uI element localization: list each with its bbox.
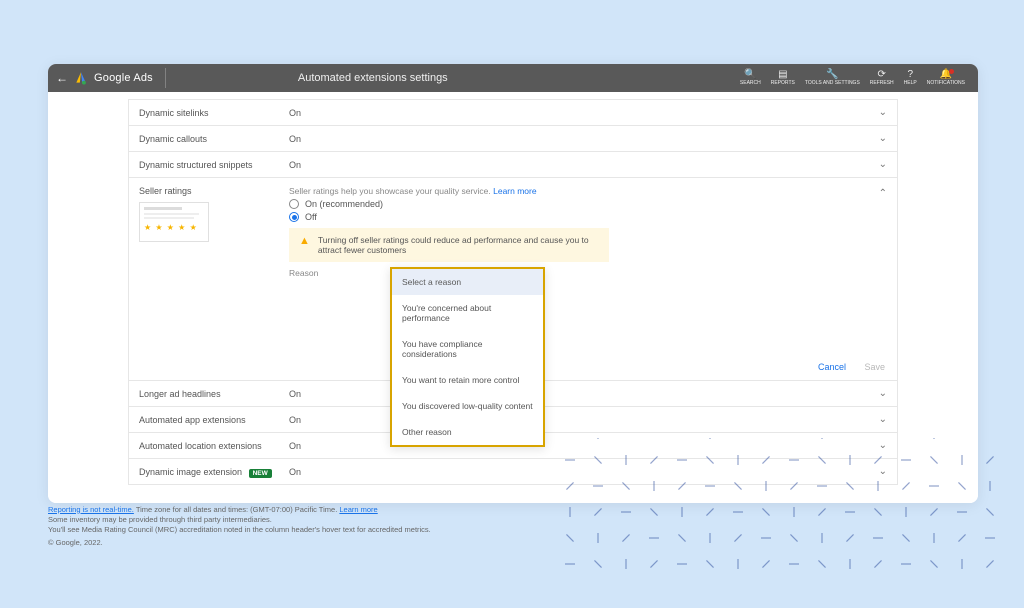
dropdown-item[interactable]: You have compliance considerations xyxy=(392,331,543,367)
page-title: Automated extensions settings xyxy=(298,72,448,84)
radio-icon xyxy=(289,199,299,209)
toolbar-reports[interactable]: ▤REPORTS xyxy=(771,70,795,86)
chevron-up-icon[interactable]: ⌃ xyxy=(879,188,887,199)
footer-line3: You'll see Media Rating Council (MRC) ac… xyxy=(48,525,648,535)
reports-icon: ▤ xyxy=(778,70,787,80)
ext-status: On xyxy=(289,134,879,144)
tools-icon: 🔧 xyxy=(826,70,838,80)
help-icon: ? xyxy=(907,70,913,80)
help-text: Seller ratings help you showcase your qu… xyxy=(289,186,887,196)
ext-name: Longer ad headlines xyxy=(139,389,289,399)
radio-on[interactable]: On (recommended) xyxy=(289,199,887,209)
chevron-down-icon[interactable]: ⌄ xyxy=(879,159,887,170)
chevron-down-icon[interactable]: ⌄ xyxy=(879,440,887,451)
toolbar-refresh[interactable]: ⟳REFRESH xyxy=(870,70,894,86)
toolbar-tools[interactable]: 🔧TOOLS AND SETTINGS xyxy=(805,70,860,86)
learn-more-link[interactable]: Learn more xyxy=(493,186,536,196)
action-buttons: Cancel Save xyxy=(818,362,885,372)
ext-status: On xyxy=(289,467,879,477)
footer-learnmore-link[interactable]: Learn more xyxy=(339,505,377,514)
dropdown-item[interactable]: Other reason xyxy=(392,419,543,445)
ext-name: Automated app extensions xyxy=(139,415,289,425)
new-badge: NEW xyxy=(249,469,272,478)
warning-icon: ▲ xyxy=(299,235,310,247)
ext-row-snippets[interactable]: Dynamic structured snippets On ⌄ xyxy=(128,151,898,178)
reason-label: Reason xyxy=(289,268,887,278)
toolbar-search[interactable]: 🔍SEARCH xyxy=(740,70,761,86)
cancel-button[interactable]: Cancel xyxy=(818,362,846,372)
ext-name: Dynamic callouts xyxy=(139,134,289,144)
dropdown-item[interactable]: You discovered low-quality content xyxy=(392,393,543,419)
footer-line2: Some inventory may be provided through t… xyxy=(48,515,648,525)
radio-selected-icon xyxy=(289,212,299,222)
dropdown-item[interactable]: You want to retain more control xyxy=(392,367,543,393)
dropdown-item[interactable]: Select a reason xyxy=(392,269,543,295)
footer-realtime-link[interactable]: Reporting is not real-time. xyxy=(48,505,134,514)
brand-label: Google Ads xyxy=(94,72,153,84)
ext-status: On xyxy=(289,415,879,425)
dropdown-item[interactable]: You're concerned about performance xyxy=(392,295,543,331)
stars-icon: ★ ★ ★ ★ ★ xyxy=(144,223,204,232)
topbar: ← Google Ads Automated extensions settin… xyxy=(48,64,978,92)
chevron-down-icon[interactable]: ⌄ xyxy=(879,107,887,118)
ext-name: Dynamic sitelinks xyxy=(139,108,289,118)
footer: Reporting is not real-time. Time zone fo… xyxy=(48,505,648,549)
chevron-down-icon[interactable]: ⌄ xyxy=(879,414,887,425)
ext-name: Dynamic image extension NEW xyxy=(139,467,289,477)
divider xyxy=(165,68,166,88)
ext-name: Automated location extensions xyxy=(139,441,289,451)
radio-off[interactable]: Off xyxy=(289,212,887,222)
warning-banner: ▲ Turning off seller ratings could reduc… xyxy=(289,228,609,262)
ext-name: Dynamic structured snippets xyxy=(139,160,289,170)
toolbar-notifications[interactable]: 🔔NOTIFICATIONS xyxy=(927,70,965,86)
save-button: Save xyxy=(864,362,885,372)
footer-line1: Reporting is not real-time. Time zone fo… xyxy=(48,505,648,515)
back-arrow-icon[interactable]: ← xyxy=(56,71,68,85)
ext-status: On xyxy=(289,160,879,170)
ext-row-dynamic-image[interactable]: Dynamic image extension NEW On ⌄ xyxy=(128,458,898,485)
ext-row-sitelinks[interactable]: Dynamic sitelinks On ⌄ xyxy=(128,99,898,126)
google-ads-logo-icon xyxy=(74,71,88,85)
bell-icon: 🔔 xyxy=(940,70,952,80)
ext-status: On xyxy=(289,389,879,399)
chevron-down-icon[interactable]: ⌄ xyxy=(879,133,887,144)
reason-dropdown[interactable]: Select a reason You're concerned about p… xyxy=(390,267,545,447)
ext-status: On xyxy=(289,108,879,118)
ad-preview: ★ ★ ★ ★ ★ xyxy=(139,202,209,242)
ext-row-callouts[interactable]: Dynamic callouts On ⌄ xyxy=(128,125,898,152)
refresh-icon: ⟳ xyxy=(878,70,886,80)
ext-status: On xyxy=(289,441,879,451)
copyright: © Google, 2022. xyxy=(48,538,648,548)
ext-name: Seller ratings xyxy=(139,186,192,196)
chevron-down-icon[interactable]: ⌄ xyxy=(879,466,887,477)
toolbar-help[interactable]: ?HELP xyxy=(904,70,917,86)
search-icon: 🔍 xyxy=(744,70,756,80)
chevron-down-icon[interactable]: ⌄ xyxy=(879,388,887,399)
